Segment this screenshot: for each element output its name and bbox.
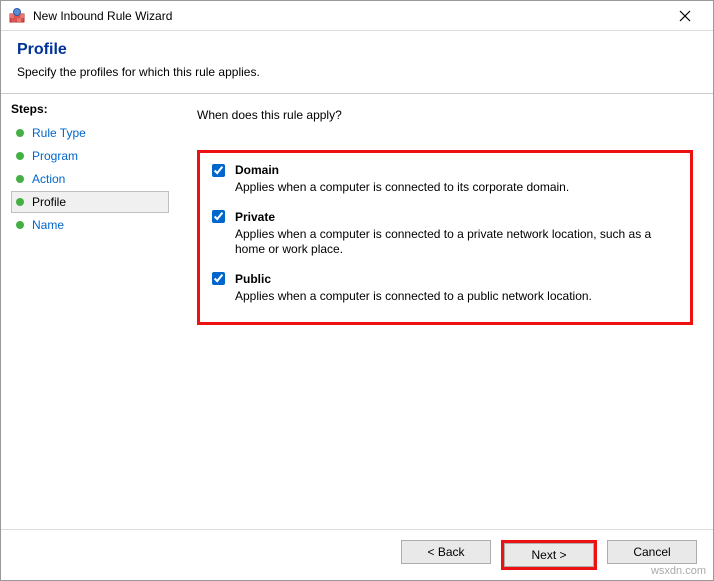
- option-label: Private: [235, 210, 275, 224]
- public-checkbox[interactable]: [212, 272, 225, 285]
- wizard-window: New Inbound Rule Wizard Profile Specify …: [0, 0, 714, 581]
- step-rule-type[interactable]: Rule Type: [11, 122, 169, 144]
- next-button[interactable]: Next >: [504, 543, 594, 567]
- step-label: Program: [32, 149, 78, 163]
- step-action[interactable]: Action: [11, 168, 169, 190]
- option-domain: Domain Applies when a computer is connec…: [212, 163, 678, 196]
- titlebar: New Inbound Rule Wizard: [1, 1, 713, 31]
- window-title: New Inbound Rule Wizard: [33, 9, 665, 23]
- option-desc: Applies when a computer is connected to …: [235, 180, 675, 196]
- option-private: Private Applies when a computer is conne…: [212, 210, 678, 258]
- content-question: When does this rule apply?: [197, 108, 693, 122]
- page-title: Profile: [17, 41, 697, 59]
- step-bullet-icon: [16, 152, 24, 160]
- profile-options-highlight: Domain Applies when a computer is connec…: [197, 150, 693, 325]
- wizard-header: Profile Specify the profiles for which t…: [1, 31, 713, 93]
- step-label: Profile: [32, 195, 66, 209]
- option-public: Public Applies when a computer is connec…: [212, 272, 678, 305]
- option-label: Domain: [235, 163, 279, 177]
- back-button[interactable]: < Back: [401, 540, 491, 564]
- step-label: Name: [32, 218, 64, 232]
- wizard-footer: < Back Next > Cancel: [1, 529, 713, 580]
- wizard-content: When does this rule apply? Domain Applie…: [169, 94, 713, 529]
- step-label: Rule Type: [32, 126, 86, 140]
- checkbox-row[interactable]: Private: [212, 210, 678, 224]
- steps-title: Steps:: [11, 102, 169, 116]
- option-desc: Applies when a computer is connected to …: [235, 289, 675, 305]
- step-profile[interactable]: Profile: [11, 191, 169, 213]
- domain-checkbox[interactable]: [212, 164, 225, 177]
- page-subtitle: Specify the profiles for which this rule…: [17, 65, 697, 79]
- step-bullet-icon: [16, 175, 24, 183]
- cancel-button[interactable]: Cancel: [607, 540, 697, 564]
- step-program[interactable]: Program: [11, 145, 169, 167]
- checkbox-row[interactable]: Public: [212, 272, 678, 286]
- firewall-icon: [9, 8, 25, 24]
- private-checkbox[interactable]: [212, 210, 225, 223]
- step-name[interactable]: Name: [11, 214, 169, 236]
- step-bullet-icon: [16, 221, 24, 229]
- step-label: Action: [32, 172, 65, 186]
- option-desc: Applies when a computer is connected to …: [235, 227, 675, 258]
- checkbox-row[interactable]: Domain: [212, 163, 678, 177]
- next-button-highlight: Next >: [501, 540, 597, 570]
- option-label: Public: [235, 272, 271, 286]
- close-button[interactable]: [665, 2, 705, 30]
- step-bullet-icon: [16, 129, 24, 137]
- step-bullet-icon: [16, 198, 24, 206]
- close-icon: [679, 10, 691, 22]
- steps-sidebar: Steps: Rule Type Program Action Profile …: [1, 94, 169, 529]
- wizard-body: Steps: Rule Type Program Action Profile …: [1, 94, 713, 529]
